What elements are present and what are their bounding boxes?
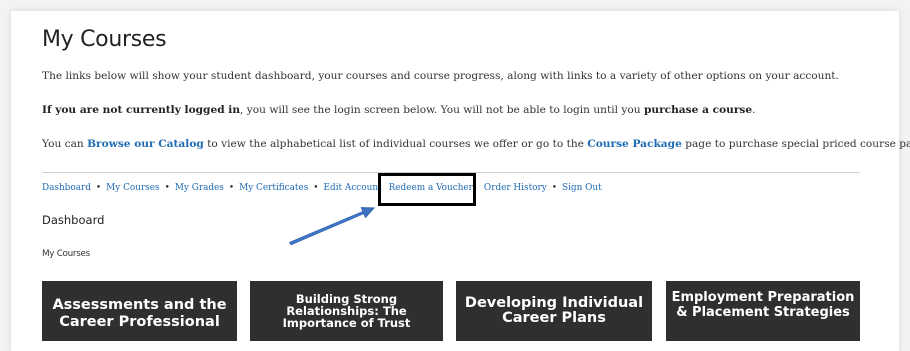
course-tile-title: Employment Preparation & Placement Strat… xyxy=(671,290,855,320)
account-nav: Dashboard • My Courses • My Grades • My Certif… xyxy=(42,183,602,193)
catalog-text-b: to view the alphabetical list of individ… xyxy=(203,138,588,150)
nav-dashboard-link[interactable]: Dashboard xyxy=(42,183,91,193)
login-notice-end: . xyxy=(752,104,756,116)
purchase-course-bold: purchase a course xyxy=(643,104,753,116)
course-tile-employment-preparation[interactable]: Employment Preparation & Placement Strat… xyxy=(666,281,860,341)
nav-separator: • xyxy=(95,183,102,193)
nav-my-courses-link[interactable]: My Courses xyxy=(106,183,159,193)
login-notice-text: , you will see the login screen below. Y… xyxy=(240,104,644,116)
nav-separator: • xyxy=(313,183,319,193)
catalog-paragraph: You can Browse our Catalog to view the a… xyxy=(42,138,910,150)
nav-order-history-link[interactable]: Order History xyxy=(484,183,547,193)
catalog-text-c: page to purchase special priced course p… xyxy=(685,138,910,150)
course-tile-building-relationships[interactable]: Building Strong Relationships: The Impor… xyxy=(250,281,443,341)
login-notice: If you are not currently logged in, you … xyxy=(42,104,756,116)
nav-sign-out-link[interactable]: Sign Out xyxy=(562,183,602,193)
course-tile-career-plans[interactable]: Developing Individual Career Plans xyxy=(456,281,652,341)
dashboard-heading: Dashboard xyxy=(42,213,105,227)
pointer-arrow-icon xyxy=(289,207,376,246)
nav-separator: • xyxy=(551,183,557,193)
my-courses-subheading: My Courses xyxy=(42,249,90,259)
page-title: My Courses xyxy=(42,27,167,52)
catalog-text-a: You can xyxy=(42,138,88,150)
course-tile-title: Assessments and the Career Professional xyxy=(52,297,227,330)
course-package-link[interactable]: Course Package xyxy=(587,138,682,150)
nav-my-grades-link[interactable]: My Grades xyxy=(175,183,224,193)
login-notice-bold: If you are not currently logged in xyxy=(42,104,241,116)
redeem-voucher-highlight-box xyxy=(378,173,476,206)
browse-catalog-link[interactable]: Browse our Catalog xyxy=(87,138,204,150)
nav-my-certificates-link[interactable]: My Certificates xyxy=(239,183,308,193)
intro-paragraph: The links below will show your student d… xyxy=(42,70,839,82)
nav-separator: • xyxy=(228,183,235,193)
nav-separator: • xyxy=(164,183,170,193)
course-tile-title: Building Strong Relationships: The Impor… xyxy=(282,292,411,331)
course-tile-title: Developing Individual Career Plans xyxy=(464,295,644,327)
course-tile-assessments[interactable]: Assessments and the Career Professional xyxy=(42,281,237,341)
nav-edit-account-link[interactable]: Edit Account xyxy=(324,183,382,193)
